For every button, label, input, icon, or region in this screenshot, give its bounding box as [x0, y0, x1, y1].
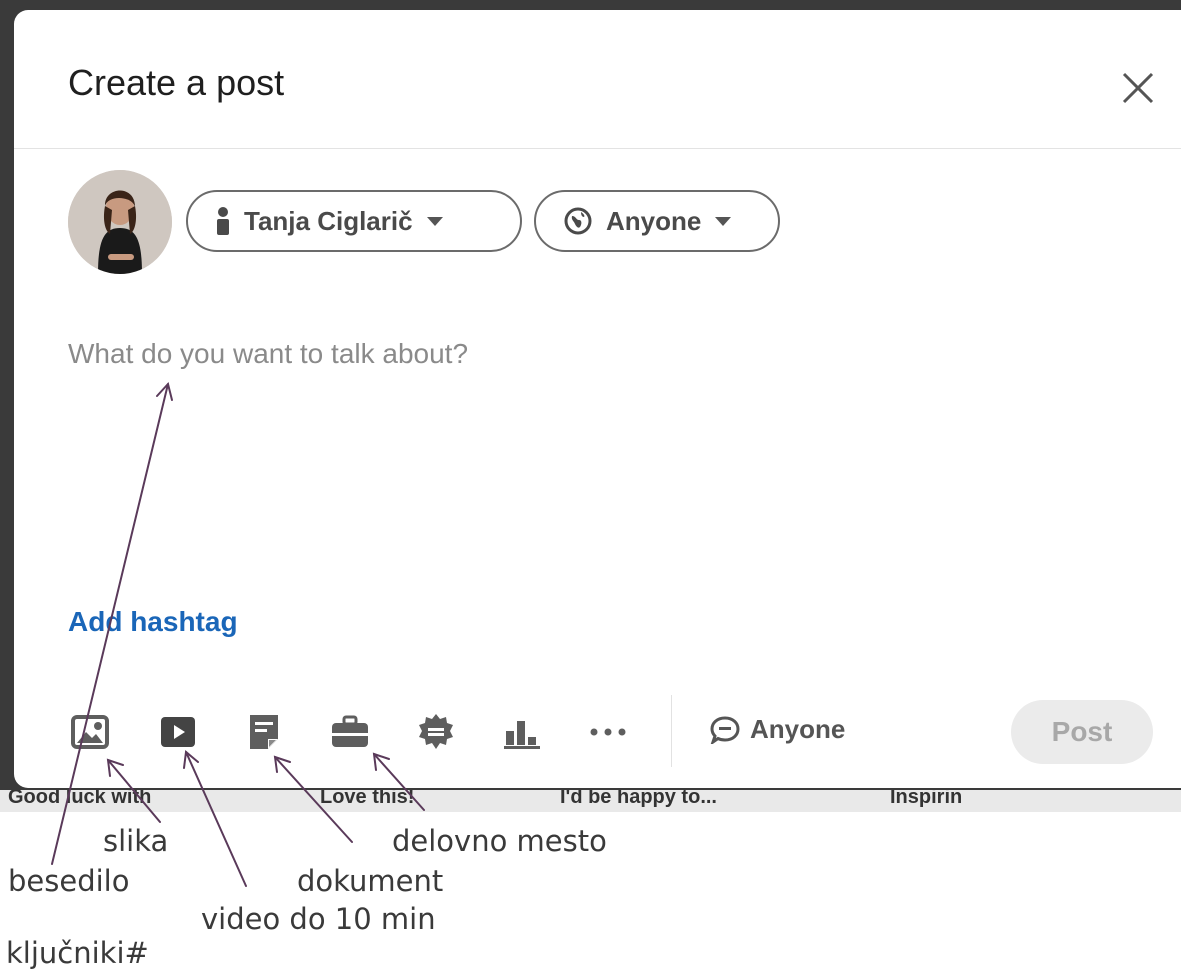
briefcase-icon	[332, 715, 368, 747]
annotation-kljucniki: ključniki#	[6, 936, 149, 970]
video-icon	[161, 717, 195, 747]
annotation-besedilo: besedilo	[8, 864, 130, 898]
badge-icon	[419, 714, 453, 749]
add-document-button[interactable]	[242, 710, 286, 754]
author-selector-button[interactable]: Tanja Ciglarič	[186, 190, 522, 252]
toolbar-divider	[671, 695, 672, 767]
add-photo-button[interactable]	[68, 710, 112, 754]
comment-setting-label: Anyone	[750, 714, 846, 744]
avatar	[68, 170, 172, 274]
background-text: I'd be happy to...	[560, 790, 717, 808]
comment-settings-button[interactable]: Anyone	[710, 714, 845, 745]
create-poll-button[interactable]	[500, 710, 544, 754]
chevron-down-icon	[426, 216, 443, 226]
chevron-down-icon	[715, 216, 732, 226]
annotation-delovno-mesto: delovno mesto	[392, 824, 607, 858]
photo-icon	[71, 715, 109, 749]
more-icon	[590, 728, 626, 736]
post-button[interactable]: Post	[1011, 700, 1153, 764]
more-options-button[interactable]	[586, 710, 630, 754]
add-video-button[interactable]	[156, 710, 200, 754]
close-icon	[1122, 72, 1154, 104]
author-name: Tanja Ciglarič	[244, 205, 413, 236]
background-text: Inspirin	[890, 790, 963, 808]
create-post-dialog: Create a post Tanja Ciglarič Anyone What…	[14, 10, 1181, 788]
annotation-dokument: dokument	[297, 864, 444, 898]
add-hashtag-button[interactable]: Add hashtag	[68, 606, 238, 638]
background-feed-strip: Good luck with Love this! I'd be happy t…	[0, 790, 1181, 812]
visibility-selector-button[interactable]: Anyone	[534, 190, 780, 252]
document-icon	[250, 715, 278, 749]
background-text: Good luck with	[8, 790, 152, 808]
person-icon	[217, 207, 229, 235]
post-job-button[interactable]	[328, 710, 372, 754]
celebrate-button[interactable]	[414, 710, 458, 754]
background-text: Love this!	[320, 790, 415, 808]
globe-icon	[564, 207, 592, 235]
avatar-photo	[68, 170, 172, 274]
poll-icon	[504, 721, 540, 749]
annotation-slika: slika	[103, 824, 169, 858]
close-button[interactable]	[1118, 68, 1158, 108]
dialog-header: Create a post	[14, 10, 1181, 149]
comment-icon	[710, 715, 740, 744]
post-text-input[interactable]: What do you want to talk about?	[68, 338, 468, 370]
visibility-label: Anyone	[606, 205, 702, 236]
dialog-title: Create a post	[68, 62, 285, 103]
annotation-video: video do 10 min	[201, 902, 436, 936]
